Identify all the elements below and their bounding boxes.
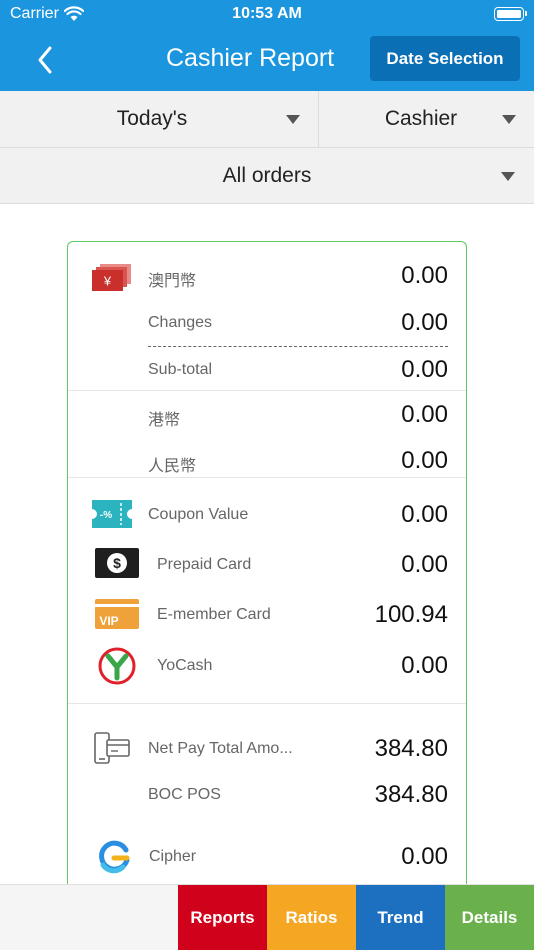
status-bar: Carrier 10:53 AM <box>0 0 534 30</box>
filter-row-secondary: All orders <box>0 148 534 204</box>
hkd-value: 0.00 <box>401 401 448 428</box>
cash-icon: ¥ <box>92 264 132 297</box>
cipher-icon <box>97 840 131 879</box>
cashier-dropdown[interactable]: Cashier <box>320 91 534 147</box>
period-dropdown[interactable]: Today's <box>0 91 319 147</box>
vip-card-icon: VIP <box>95 599 139 634</box>
changes-label: Changes <box>148 314 213 331</box>
subtotal-value: 0.00 <box>401 356 448 383</box>
prepaid-card-icon: $ <box>95 548 139 583</box>
date-selection-button[interactable]: Date Selection <box>370 36 520 81</box>
chevron-left-icon <box>38 46 52 74</box>
emember-value: 100.94 <box>374 601 448 628</box>
prepaid-label: Prepaid Card <box>157 556 252 573</box>
mop-label: 澳門幣 <box>148 273 197 290</box>
dropdown-caret-icon <box>502 115 516 124</box>
yocash-icon <box>98 647 136 690</box>
bottom-tab-bar: Reports Ratios Trend Details <box>0 884 534 950</box>
tab-details[interactable]: Details <box>445 885 534 950</box>
cipher-value: 0.00 <box>401 843 448 870</box>
divider <box>68 703 466 704</box>
hkd-label: 港幣 <box>148 412 181 429</box>
tab-trend[interactable]: Trend <box>356 885 445 950</box>
netpay-label: Net Pay Total Amo... <box>148 740 293 757</box>
yen-glyph: ¥ <box>103 274 112 289</box>
page-title: Cashier Report <box>166 44 335 72</box>
divider <box>68 390 466 391</box>
rmb-label: 人民幣 <box>148 458 197 475</box>
netpay-value: 384.80 <box>374 735 448 762</box>
filter-row-primary: Today's Cashier <box>0 91 534 148</box>
boc-pos-label: BOC POS <box>148 786 221 803</box>
coupon-label: Coupon Value <box>148 506 249 523</box>
dropdown-caret-icon <box>286 115 300 124</box>
mop-value: 0.00 <box>401 262 448 289</box>
orders-dropdown[interactable]: All orders <box>0 148 534 203</box>
discount-glyph: -% <box>100 510 112 521</box>
back-button[interactable] <box>28 42 64 78</box>
subtotal-label: Sub-total <box>148 361 213 378</box>
vip-glyph: VIP <box>99 614 118 628</box>
orders-dropdown-label: All orders <box>222 163 312 187</box>
yocash-label: YoCash <box>157 657 213 674</box>
clock: 10:53 AM <box>232 5 302 22</box>
emember-label: E-member Card <box>157 606 271 623</box>
tab-reports[interactable]: Reports <box>178 885 267 950</box>
rmb-value: 0.00 <box>401 447 448 474</box>
yocash-value: 0.00 <box>401 652 448 679</box>
coupon-value: 0.00 <box>401 501 448 528</box>
dollar-glyph: $ <box>113 555 121 571</box>
coupon-icon: -% <box>92 500 132 533</box>
divider <box>68 477 466 478</box>
tab-ratios[interactable]: Ratios <box>267 885 356 950</box>
dropdown-caret-icon <box>501 171 515 181</box>
nav-bar: Cashier Report Date Selection <box>0 30 534 91</box>
boc-pos-value: 384.80 <box>374 781 448 808</box>
report-card: ¥ 澳門幣 0.00 Changes 0.00 Sub-total 0.00 港… <box>67 241 467 941</box>
changes-value: 0.00 <box>401 309 448 336</box>
period-dropdown-label: Today's <box>116 107 188 130</box>
prepaid-value: 0.00 <box>401 551 448 578</box>
pos-terminal-icon <box>93 732 131 771</box>
battery-icon <box>494 7 527 21</box>
cipher-label: Cipher <box>149 848 197 865</box>
dashed-divider <box>148 346 448 347</box>
